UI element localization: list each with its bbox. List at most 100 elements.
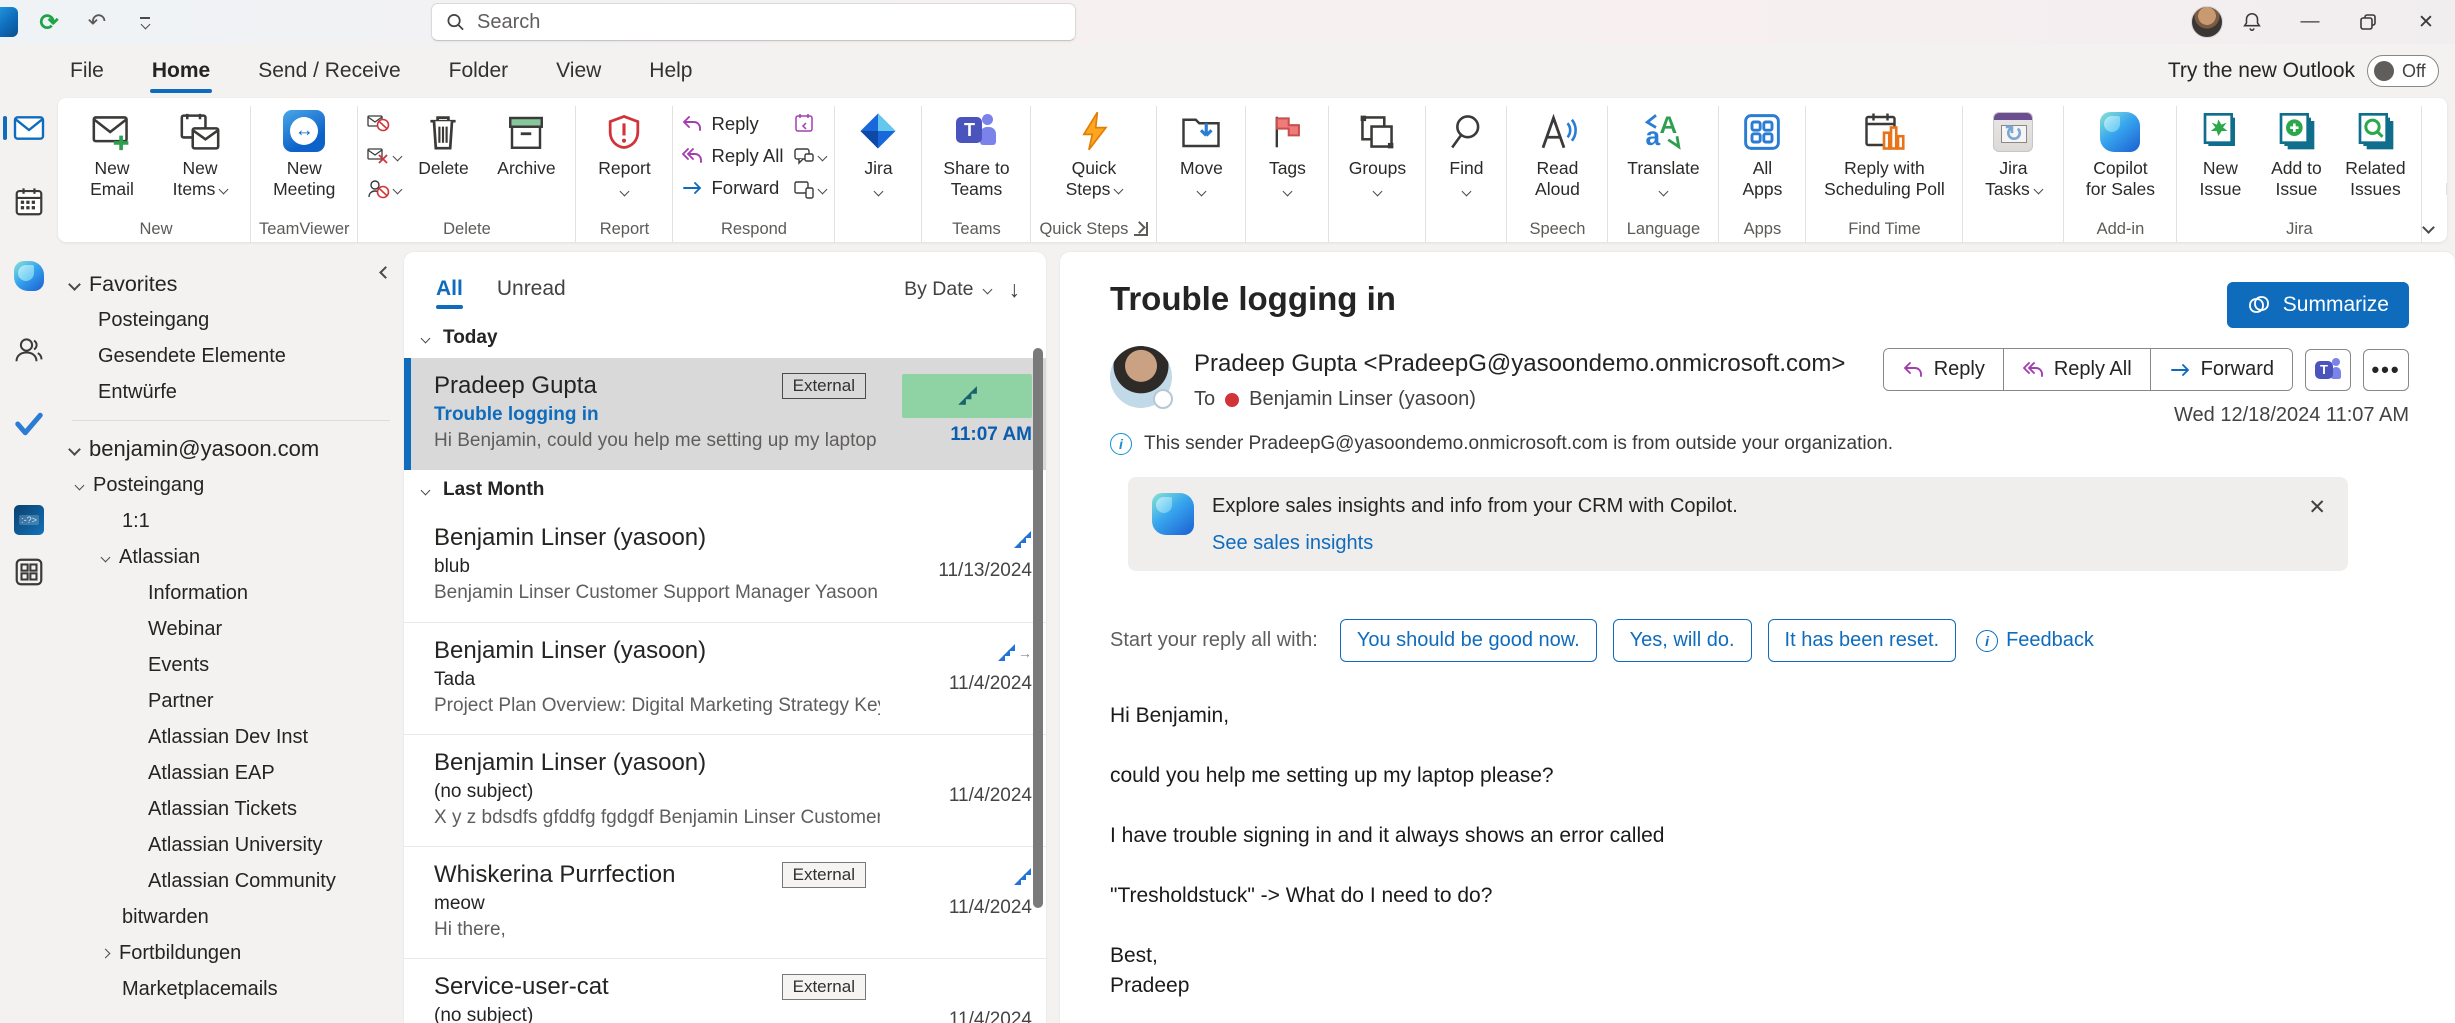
summarize-button[interactable]: Summarize	[2227, 282, 2409, 328]
translate-button[interactable]: aA Translate	[1616, 106, 1710, 200]
folder-posteingang[interactable]: Posteingang	[70, 467, 404, 503]
quick-steps-button[interactable]: Quick Steps	[1049, 106, 1139, 199]
delete-button[interactable]: Delete	[405, 106, 481, 179]
reply-im-button[interactable]	[793, 143, 826, 169]
suggested-reply-3[interactable]: It has been reset.	[1768, 619, 1957, 662]
undo-icon[interactable]: ↶	[80, 5, 114, 39]
send-receive-sync-icon[interactable]: ⟳	[32, 5, 66, 39]
scheduling-poll-button[interactable]: Reply with Scheduling Poll	[1814, 106, 1954, 199]
favorites-header[interactable]: Favorites	[70, 266, 404, 302]
suggested-reply-2[interactable]: Yes, will do.	[1613, 619, 1752, 662]
account-avatar[interactable]	[2191, 6, 2223, 38]
sort-by-date[interactable]: By Date	[904, 278, 990, 301]
recipient-name[interactable]: Benjamin Linser (yasoon)	[1249, 388, 1476, 411]
reply-button[interactable]: Reply	[1884, 349, 2004, 390]
menu-home[interactable]: Home	[152, 51, 210, 91]
close-button[interactable]: ✕	[2397, 0, 2455, 44]
search-input[interactable]	[477, 11, 1061, 34]
reply-all-button[interactable]: Reply All	[2004, 349, 2151, 390]
favorite-gesendete-elemente[interactable]: Gesendete Elemente	[70, 338, 404, 374]
list-item-selected[interactable]: Pradeep GuptaExternal Trouble logging in…	[404, 358, 1046, 470]
folder-atlassian[interactable]: Atlassian	[70, 539, 404, 575]
folder-atlassian-tickets[interactable]: Atlassian Tickets	[70, 791, 404, 827]
block-sender-button[interactable]	[366, 176, 401, 202]
find-button[interactable]: Find	[1434, 106, 1498, 200]
see-sales-insights-link[interactable]: See sales insights	[1212, 532, 1373, 555]
favorite-entwuerfe[interactable]: Entwürfe	[70, 374, 404, 410]
reply-device-button[interactable]	[793, 176, 826, 202]
share-to-teams-button[interactable]: T	[2305, 349, 2351, 391]
groups-button[interactable]: Groups	[1337, 106, 1417, 200]
jira-button[interactable]: Jira	[843, 106, 913, 200]
folder-marketplacemails[interactable]: Marketplacemails	[70, 971, 404, 1007]
customize-toolbar-icon[interactable]	[128, 5, 162, 39]
list-item[interactable]: Benjamin Linser (yasoon) blub Benjamin L…	[404, 510, 1046, 622]
ignore-button[interactable]	[366, 110, 401, 136]
jira-action-highlight[interactable]	[902, 374, 1032, 418]
group-header-last-month[interactable]: Last Month	[404, 470, 1046, 510]
forward-button[interactable]: Forward	[681, 174, 783, 201]
appbar-addin-app[interactable]: :-?>	[7, 494, 51, 546]
new-outlook-toggle[interactable]: Off	[2367, 55, 2439, 87]
minimize-button[interactable]: —	[2281, 0, 2339, 44]
menu-send-receive[interactable]: Send / Receive	[258, 51, 400, 91]
list-item[interactable]: Benjamin Linser (yasoon) Tada Project Pl…	[404, 622, 1046, 734]
notifications-bell-icon[interactable]	[2223, 0, 2281, 44]
read-aloud-button[interactable]: Read Aloud	[1515, 106, 1599, 199]
appbar-calendar[interactable]	[7, 176, 51, 228]
related-issues-button[interactable]: Related Issues	[2337, 106, 2413, 199]
appbar-people[interactable]	[7, 324, 51, 376]
archive-button[interactable]: Archive	[485, 106, 567, 179]
tab-unread[interactable]: Unread	[497, 271, 566, 307]
restore-button[interactable]	[2339, 0, 2397, 44]
list-item[interactable]: Whiskerina PurrfectionExternal meow Hi t…	[404, 846, 1046, 958]
folder-fortbildungen[interactable]: Fortbildungen	[70, 935, 404, 971]
close-banner-icon[interactable]: ✕	[2308, 495, 2326, 520]
share-to-teams-button[interactable]: T Share to Teams	[930, 106, 1022, 199]
folder-1-1[interactable]: 1:1	[70, 503, 404, 539]
tags-button[interactable]: Tags	[1254, 106, 1320, 200]
new-issue-button[interactable]: New Issue	[2185, 106, 2255, 199]
tab-all[interactable]: All	[436, 271, 463, 307]
reply-all-button[interactable]: Reply All	[681, 142, 783, 169]
move-button[interactable]: Move	[1165, 106, 1237, 200]
copilot-for-sales-button[interactable]: Copilot for Sales	[2072, 106, 2168, 199]
search-bar[interactable]	[431, 3, 1076, 41]
all-apps-button[interactable]: All Apps	[1727, 106, 1797, 199]
list-item[interactable]: Service-user-catExternal (no subject) Hi…	[404, 958, 1046, 1023]
forward-button[interactable]: Forward	[2151, 349, 2292, 390]
more-actions-button[interactable]: •••	[2363, 349, 2409, 391]
new-email-button[interactable]: New Email	[70, 106, 154, 199]
folder-atlassian-community[interactable]: Atlassian Community	[70, 863, 404, 899]
appbar-todo[interactable]	[7, 398, 51, 450]
menu-folder[interactable]: Folder	[449, 51, 509, 91]
appbar-more-apps[interactable]	[7, 546, 51, 598]
new-meeting-button[interactable]: ↔ New Meeting	[262, 106, 346, 199]
group-header-today[interactable]: Today	[404, 318, 1046, 358]
menu-view[interactable]: View	[556, 51, 601, 91]
new-items-button[interactable]: New Items	[158, 106, 242, 199]
folder-partner[interactable]: Partner	[70, 683, 404, 719]
folder-bitwarden[interactable]: bitwarden	[70, 899, 404, 935]
menu-help[interactable]: Help	[649, 51, 692, 91]
folder-atlassian-eap[interactable]: Atlassian EAP	[70, 755, 404, 791]
feedback-link[interactable]: iFeedback	[1976, 629, 2094, 652]
appbar-mail[interactable]	[7, 102, 51, 154]
add-to-issue-button[interactable]: Add to Issue	[2259, 106, 2333, 199]
report-button[interactable]: Report	[584, 106, 664, 200]
cleanup-button[interactable]	[366, 143, 401, 169]
list-item[interactable]: Benjamin Linser (yasoon) (no subject) X …	[404, 734, 1046, 846]
jira-tasks-button[interactable]: ↻ Jira Tasks	[1971, 106, 2055, 199]
folder-atlassian-university[interactable]: Atlassian University	[70, 827, 404, 863]
folder-events[interactable]: Events	[70, 647, 404, 683]
reply-with-meeting-button[interactable]	[793, 110, 826, 136]
dialog-launcher-icon[interactable]	[1134, 222, 1148, 236]
menu-file[interactable]: File	[70, 51, 104, 91]
reply-button[interactable]: Reply	[681, 110, 783, 137]
sort-direction-icon[interactable]: ↓	[1009, 276, 1021, 303]
folder-atlassian-dev-inst[interactable]: Atlassian Dev Inst	[70, 719, 404, 755]
appbar-copilot[interactable]	[7, 250, 51, 302]
folder-webinar[interactable]: Webinar	[70, 611, 404, 647]
suggested-reply-1[interactable]: You should be good now.	[1340, 619, 1597, 662]
account-header[interactable]: benjamin@yasoon.com	[70, 431, 404, 467]
